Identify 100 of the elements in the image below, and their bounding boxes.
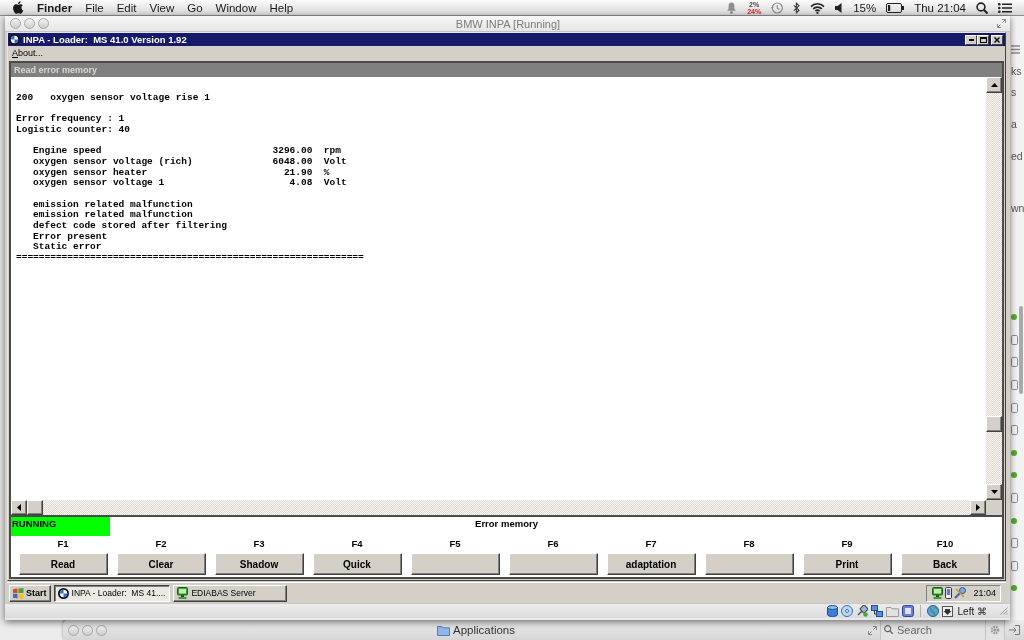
flag-text: emission related malfunction: [33, 209, 193, 221]
caret-left-icon: [17, 504, 21, 511]
measurement-unit: rpm: [323, 146, 341, 157]
panel-title: Read error memory: [14, 65, 98, 75]
bluetooth-icon[interactable]: [793, 1, 801, 14]
gear-icon: [990, 625, 1000, 635]
scroll-right-button[interactable]: [970, 500, 986, 515]
apple-icon[interactable]: [13, 1, 24, 14]
function-key-label: F1: [57, 537, 69, 551]
plug-icon[interactable]: [855, 605, 868, 617]
taskbar-button[interactable]: EDIABAS Server: [173, 584, 288, 602]
status-dot-icon: [1011, 517, 1017, 524]
network-icon[interactable]: [870, 605, 883, 617]
scrollbar-thumb[interactable]: [986, 416, 1002, 432]
menu-item[interactable]: About...: [12, 48, 44, 58]
function-key-label: F10: [936, 537, 954, 551]
computer-icon: [177, 587, 189, 599]
menu-item[interactable]: Go: [187, 1, 203, 14]
fault-title: 200 oxygen sensor voltage rise 1: [16, 92, 210, 103]
menu-item[interactable]: View: [149, 1, 175, 14]
list-icon[interactable]: [998, 2, 1012, 13]
folder-icon: [437, 624, 450, 636]
flag-text: emission related malfunction: [33, 198, 193, 210]
search-icon: [884, 625, 893, 634]
function-button[interactable]: Quick: [312, 553, 402, 575]
menu-item[interactable]: Help: [269, 1, 294, 14]
measurement-name: oxygen sensor voltage 1: [33, 178, 166, 189]
scroll-down-button[interactable]: [986, 484, 1002, 500]
list-text: a: [1011, 118, 1017, 130]
menu-item[interactable]: File: [85, 1, 104, 14]
app-menu[interactable]: Finder: [37, 1, 73, 14]
bell-icon[interactable]: [726, 1, 738, 14]
function-button[interactable]: Shadow: [214, 553, 304, 575]
scrollbar-corner: [986, 500, 1002, 515]
host-key-label: Left ⌘: [957, 605, 987, 617]
roundel-icon: [9, 34, 20, 45]
window-title: BMW INPA [Running]: [455, 17, 561, 30]
battery-icon[interactable]: [886, 2, 905, 13]
taskbar-button[interactable]: INPA - Loader: MS 41....: [53, 584, 171, 602]
display-icon[interactable]: [901, 605, 914, 617]
search-field[interactable]: Search: [880, 620, 985, 640]
status-dot-icon: [1011, 472, 1017, 479]
function-key-label: F9: [841, 537, 853, 551]
status-dot-icon: [1011, 585, 1017, 592]
minimize-icon: [968, 38, 974, 41]
measurement-unit: %: [323, 167, 330, 178]
start-button[interactable]: Start: [9, 584, 51, 602]
function-button[interactable]: [410, 553, 500, 575]
computer-icon[interactable]: [932, 587, 944, 599]
menu-bar-clock[interactable]: Thu 21:04: [914, 1, 966, 14]
wifi-icon[interactable]: [810, 1, 826, 14]
list-text: s: [1011, 86, 1017, 98]
scroll-left-button[interactable]: [11, 500, 27, 515]
menu-item[interactable]: Window: [215, 1, 257, 14]
flag-text: Error present: [33, 230, 108, 242]
function-key-label: F3: [253, 537, 265, 551]
tray-clock: 21:04: [973, 588, 996, 598]
scrollbar-thumb[interactable]: [27, 500, 43, 515]
clock-icon[interactable]: [771, 1, 784, 14]
vertical-scrollbar[interactable]: [986, 77, 1002, 500]
measurement-name: oxygen sensor heater: [33, 167, 149, 178]
caret-down-icon: [990, 490, 998, 494]
function-button[interactable]: Back: [900, 553, 990, 575]
list-text: wn: [1011, 202, 1024, 214]
function-key-label: F8: [743, 537, 755, 551]
fullscreen-icon[interactable]: [868, 625, 877, 635]
search-icon[interactable]: [976, 1, 988, 14]
function-button[interactable]: Print: [802, 553, 892, 575]
resize-grip-icon[interactable]: [1000, 607, 1008, 615]
exit-icon[interactable]: [1009, 625, 1020, 635]
scroll-up-button[interactable]: [986, 77, 1002, 93]
measurement-value: 4.08: [289, 178, 313, 189]
maximize-button[interactable]: [977, 34, 989, 45]
globe-icon[interactable]: [926, 605, 939, 617]
disc-icon[interactable]: [840, 605, 853, 617]
menu-item[interactable]: Edit: [116, 1, 137, 14]
function-button[interactable]: adaptation: [606, 553, 696, 575]
fullscreen-icon[interactable]: [997, 19, 1006, 28]
measurement-value: 21.90: [283, 167, 313, 179]
phone-icon[interactable]: [945, 587, 953, 599]
function-key-label: F7: [645, 537, 657, 551]
list-text: ks: [1011, 65, 1022, 77]
scrollbar-thumb[interactable]: [1019, 306, 1023, 394]
tools-icon[interactable]: [954, 587, 967, 599]
arrow-down-icon[interactable]: [941, 605, 953, 617]
function-key-label: F4: [351, 537, 363, 551]
battery-percent[interactable]: 15%: [853, 1, 877, 14]
horizontal-scrollbar[interactable]: [11, 500, 986, 515]
maximize-icon: [979, 36, 987, 43]
counter-text: Error frequency : 1: [16, 113, 125, 125]
counter-text: Logistic counter: 40: [16, 123, 131, 135]
function-button[interactable]: Read: [18, 553, 108, 575]
measurement-name: Engine speed: [33, 146, 103, 157]
measurement-name: oxygen sensor voltage (rich): [33, 156, 194, 168]
function-button[interactable]: Clear: [116, 553, 206, 575]
flag-text: Static error: [33, 241, 102, 253]
function-button[interactable]: [704, 553, 794, 575]
function-button[interactable]: [508, 553, 598, 575]
measurement-value: 3296.00: [272, 146, 313, 157]
speaker-icon[interactable]: [835, 2, 844, 13]
